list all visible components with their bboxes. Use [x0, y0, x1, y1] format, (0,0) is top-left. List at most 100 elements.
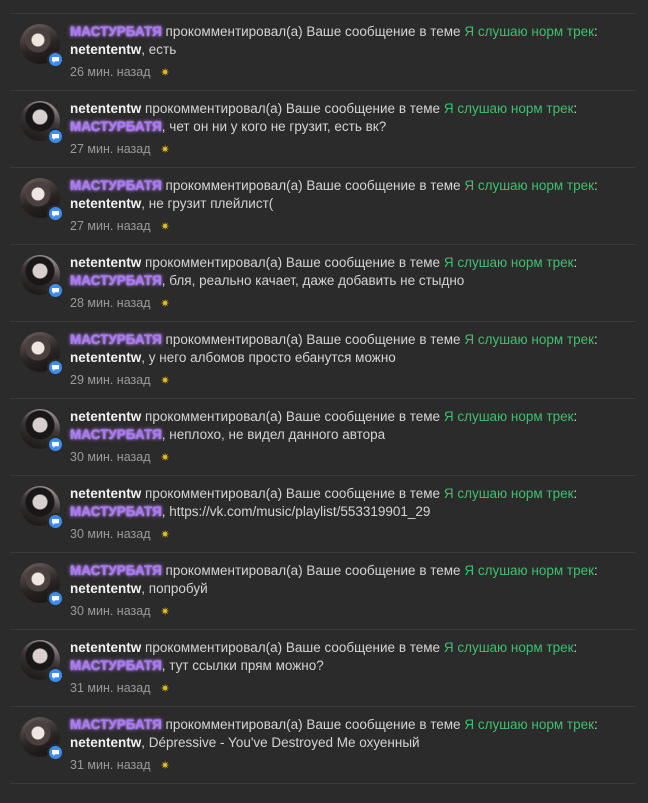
action-text: прокомментировал(а) Ваше сообщение в тем…: [165, 332, 465, 347]
colon: :: [594, 332, 598, 347]
avatar[interactable]: [20, 255, 64, 299]
star-icon[interactable]: ✷: [161, 374, 170, 387]
recipient-link[interactable]: МАСТУРБАТЯ: [70, 273, 162, 288]
message-text: попробуй: [148, 581, 208, 596]
message-text: тут ссылки прям можно?: [169, 658, 324, 673]
message-text: чет он ни у кого не грузит, есть вк?: [169, 119, 387, 134]
message-text: у него албомов просто ебанутся можно: [148, 350, 396, 365]
topic-link[interactable]: Я слушаю норм трек: [444, 409, 574, 424]
colon: :: [573, 255, 578, 270]
star-icon[interactable]: ✷: [161, 451, 170, 464]
recipient-link[interactable]: netententw: [70, 350, 141, 365]
star-icon[interactable]: ✷: [161, 297, 170, 310]
timestamp: 30 мин. назад: [70, 450, 151, 464]
message-text: есть: [148, 42, 177, 57]
timestamp: 27 мин. назад: [70, 219, 151, 233]
recipient-link[interactable]: netententw: [70, 42, 141, 57]
comment-badge-icon: [47, 51, 64, 68]
star-icon[interactable]: ✷: [161, 220, 170, 233]
recipient-link[interactable]: МАСТУРБАТЯ: [70, 119, 162, 134]
notification-item[interactable]: netententw прокомментировал(а) Ваше сооб…: [10, 91, 636, 168]
colon: :: [594, 563, 598, 578]
topic-link[interactable]: Я слушаю норм трек: [444, 486, 574, 501]
recipient-link[interactable]: МАСТУРБАТЯ: [70, 427, 162, 442]
avatar[interactable]: [20, 332, 64, 376]
topic-link[interactable]: Я слушаю норм трек: [464, 717, 594, 732]
star-icon[interactable]: ✷: [161, 759, 170, 772]
message-text: неплохо, не видел данного автора: [169, 427, 386, 442]
author-link[interactable]: netententw: [70, 640, 141, 655]
action-text: прокомментировал(а) Ваше сообщение в тем…: [145, 101, 444, 116]
action-text: прокомментировал(а) Ваше сообщение в тем…: [165, 563, 465, 578]
recipient-link[interactable]: МАСТУРБАТЯ: [70, 504, 162, 519]
action-text: прокомментировал(а) Ваше сообщение в тем…: [165, 178, 465, 193]
action-text: прокомментировал(а) Ваше сообщение в тем…: [165, 24, 465, 39]
author-link[interactable]: МАСТУРБАТЯ: [70, 332, 162, 347]
notification-item[interactable]: netententw прокомментировал(а) Ваше сооб…: [10, 399, 636, 476]
timestamp: 30 мин. назад: [70, 604, 151, 618]
timestamp: 31 мин. назад: [70, 758, 151, 772]
notification-item[interactable]: netententw прокомментировал(а) Ваше сооб…: [10, 476, 636, 553]
notification-item[interactable]: МАСТУРБАТЯ прокомментировал(а) Ваше сооб…: [10, 168, 636, 245]
notification-feed: МАСТУРБАТЯ прокомментировал(а) Ваше сооб…: [10, 13, 636, 784]
recipient-link[interactable]: netententw: [70, 581, 141, 596]
message-text: не грузит плейлист(: [148, 196, 274, 211]
star-icon[interactable]: ✷: [161, 143, 170, 156]
timestamp: 28 мин. назад: [70, 296, 151, 310]
star-icon[interactable]: ✷: [161, 682, 170, 695]
star-icon[interactable]: ✷: [161, 66, 170, 79]
topic-link[interactable]: Я слушаю норм трек: [444, 101, 574, 116]
recipient-link[interactable]: МАСТУРБАТЯ: [70, 658, 162, 673]
avatar[interactable]: [20, 717, 64, 761]
comment-badge-icon: [47, 667, 64, 684]
author-link[interactable]: netententw: [70, 486, 141, 501]
timestamp: 26 мин. назад: [70, 65, 151, 79]
star-icon[interactable]: ✷: [161, 528, 170, 541]
action-text: прокомментировал(а) Ваше сообщение в тем…: [165, 717, 465, 732]
topic-link[interactable]: Я слушаю норм трек: [444, 640, 574, 655]
avatar[interactable]: [20, 563, 64, 607]
avatar[interactable]: [20, 101, 64, 145]
author-link[interactable]: netententw: [70, 101, 141, 116]
colon: :: [594, 717, 598, 732]
author-link[interactable]: netententw: [70, 255, 141, 270]
comma: ,: [141, 196, 149, 211]
avatar[interactable]: [20, 640, 64, 684]
colon: :: [573, 101, 578, 116]
comment-badge-icon: [47, 205, 64, 222]
topic-link[interactable]: Я слушаю норм трек: [464, 563, 594, 578]
avatar[interactable]: [20, 409, 64, 453]
author-link[interactable]: netententw: [70, 409, 141, 424]
colon: :: [573, 409, 578, 424]
star-icon[interactable]: ✷: [161, 605, 170, 618]
timestamp: 30 мин. назад: [70, 527, 151, 541]
comma: ,: [141, 581, 149, 596]
comment-badge-icon: [47, 282, 64, 299]
avatar[interactable]: [20, 24, 64, 68]
notification-item[interactable]: netententw прокомментировал(а) Ваше сооб…: [10, 630, 636, 707]
author-link[interactable]: МАСТУРБАТЯ: [70, 563, 162, 578]
author-link[interactable]: МАСТУРБАТЯ: [70, 24, 162, 39]
timestamp: 29 мин. назад: [70, 373, 151, 387]
notification-item[interactable]: МАСТУРБАТЯ прокомментировал(а) Ваше сооб…: [10, 14, 636, 91]
recipient-link[interactable]: netententw: [70, 196, 141, 211]
colon: :: [594, 178, 598, 193]
avatar[interactable]: [20, 178, 64, 222]
notification-item[interactable]: МАСТУРБАТЯ прокомментировал(а) Ваше сооб…: [10, 553, 636, 630]
topic-link[interactable]: Я слушаю норм трек: [464, 332, 594, 347]
timestamp: 27 мин. назад: [70, 142, 151, 156]
topic-link[interactable]: Я слушаю норм трек: [444, 255, 574, 270]
author-link[interactable]: МАСТУРБАТЯ: [70, 717, 162, 732]
colon: :: [594, 24, 598, 39]
notification-item[interactable]: МАСТУРБАТЯ прокомментировал(а) Ваше сооб…: [10, 707, 636, 784]
message-text: https://vk.com/music/playlist/553319901_…: [169, 504, 431, 519]
notification-item[interactable]: МАСТУРБАТЯ прокомментировал(а) Ваше сооб…: [10, 322, 636, 399]
topic-link[interactable]: Я слушаю норм трек: [464, 24, 594, 39]
comment-badge-icon: [47, 590, 64, 607]
avatar[interactable]: [20, 486, 64, 530]
author-link[interactable]: МАСТУРБАТЯ: [70, 178, 162, 193]
topic-link[interactable]: Я слушаю норм трек: [464, 178, 594, 193]
recipient-link[interactable]: netententw: [70, 735, 141, 750]
notification-item[interactable]: netententw прокомментировал(а) Ваше сооб…: [10, 245, 636, 322]
comment-badge-icon: [47, 436, 64, 453]
